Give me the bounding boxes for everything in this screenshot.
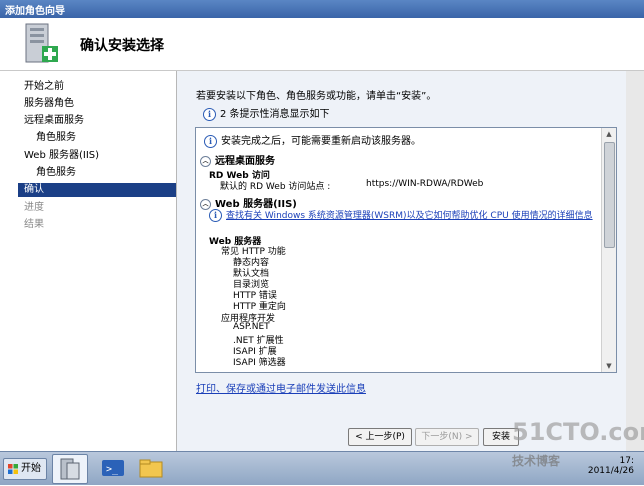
info-icon: i bbox=[204, 134, 217, 148]
window-title: 添加角色向导 bbox=[5, 6, 65, 17]
wizard-title: 确认安装选择 bbox=[80, 38, 164, 54]
section-remote-desktop[interactable]: ︿ 远程桌面服务 bbox=[200, 152, 275, 167]
rd-web-default-site-label: 默认的 RD Web 访问站点 : bbox=[220, 182, 331, 192]
tree-item: ASP.NET bbox=[233, 322, 270, 332]
nav-item-web-server[interactable]: Web 服务器(IIS) bbox=[18, 149, 176, 163]
nav-item-role-services-rds[interactable]: 角色服务 bbox=[18, 131, 176, 145]
previous-button[interactable]: < 上一步(P) bbox=[348, 428, 412, 446]
clock-date: 2011/4/26 bbox=[587, 466, 634, 476]
windows-flag-icon bbox=[8, 464, 18, 474]
server-manager-icon bbox=[60, 458, 80, 480]
wizard-header: 确认安装选择 bbox=[0, 18, 644, 71]
server-add-icon bbox=[25, 23, 58, 63]
window-titlebar[interactable]: 添加角色向导 bbox=[0, 0, 644, 18]
restart-notice: i 安装完成之后，可能需要重新启动该服务器。 bbox=[204, 132, 421, 148]
selection-summary-box[interactable]: i 安装完成之后，可能需要重新启动该服务器。 ︿ 远程桌面服务 RD Web 访问 … bbox=[195, 127, 617, 373]
wsrm-info-row: i 查找有关 Windows 系统资源管理器(WSRM)以及它如何帮助优化 CPU… bbox=[209, 209, 599, 222]
watermark-logo: 51CTO.com bbox=[512, 418, 644, 446]
collapse-icon[interactable]: ︿ bbox=[200, 198, 211, 210]
wizard-nav: 开始之前 服务器角色 远程桌面服务 角色服务 Web 服务器(IIS) 角色服务… bbox=[18, 71, 176, 451]
system-tray-clock[interactable]: 17: 2011/4/26 bbox=[588, 456, 634, 476]
taskbar-server-manager[interactable] bbox=[52, 454, 88, 484]
window-edge bbox=[626, 71, 644, 451]
info-icon: i bbox=[209, 209, 222, 222]
nav-item-results: 结果 bbox=[24, 219, 44, 230]
nav-item-remote-desktop[interactable]: 远程桌面服务 bbox=[18, 114, 176, 128]
svg-text:>_: >_ bbox=[106, 464, 119, 475]
powershell-icon: >_ bbox=[102, 460, 124, 476]
start-button[interactable]: 开始 bbox=[3, 458, 47, 480]
nav-item-confirmation[interactable]: 确认 bbox=[18, 183, 176, 197]
nav-item-server-roles[interactable]: 服务器角色 bbox=[18, 97, 176, 111]
wizard-body: 开始之前 服务器角色 远程桌面服务 角色服务 Web 服务器(IIS) 角色服务… bbox=[0, 71, 644, 451]
wsrm-info-link[interactable]: 查找有关 Windows 系统资源管理器(WSRM)以及它如何帮助优化 CPU … bbox=[226, 211, 593, 221]
scroll-thumb[interactable] bbox=[604, 142, 615, 248]
next-button: 下一步(N) > bbox=[415, 428, 479, 446]
nav-item-role-services-iis[interactable]: 角色服务 bbox=[18, 166, 176, 180]
taskbar-powershell[interactable]: >_ bbox=[96, 454, 130, 482]
watermark-text: 技术博客 bbox=[512, 454, 561, 468]
rd-web-default-site-value: https://WIN-RDWA/RDWeb bbox=[366, 179, 484, 189]
summary-content: i 安装完成之后，可能需要重新启动该服务器。 ︿ 远程桌面服务 RD Web 访问 … bbox=[196, 128, 600, 372]
scroll-down-icon[interactable]: ▼ bbox=[602, 360, 616, 372]
taskbar-explorer[interactable] bbox=[134, 454, 168, 482]
section-web-server[interactable]: ︿ Web 服务器(IIS) bbox=[200, 195, 297, 210]
confirmation-panel: 若要安装以下角色、角色服务或功能，请单击“安装”。 i2 条提示性消息显示如下 … bbox=[177, 71, 626, 451]
summary-scrollbar[interactable]: ▲ ▼ bbox=[601, 128, 616, 372]
intro-text: 若要安装以下角色、角色服务或功能，请单击“安装”。 bbox=[196, 91, 437, 102]
info-icon: i bbox=[203, 107, 216, 121]
nav-item-before-you-begin[interactable]: 开始之前 bbox=[18, 80, 176, 94]
print-save-email-link[interactable]: 打印、保存或通过电子邮件发送此信息 bbox=[196, 380, 366, 395]
clock-time: 17: bbox=[619, 456, 634, 466]
scroll-up-icon[interactable]: ▲ bbox=[602, 128, 616, 140]
nav-item-progress: 进度 bbox=[24, 202, 44, 213]
info-count: i2 条提示性消息显示如下 bbox=[203, 105, 330, 121]
tree-item: ISAPI 筛选器 bbox=[233, 358, 286, 368]
explorer-icon bbox=[139, 459, 163, 478]
collapse-icon[interactable]: ︿ bbox=[200, 155, 211, 167]
